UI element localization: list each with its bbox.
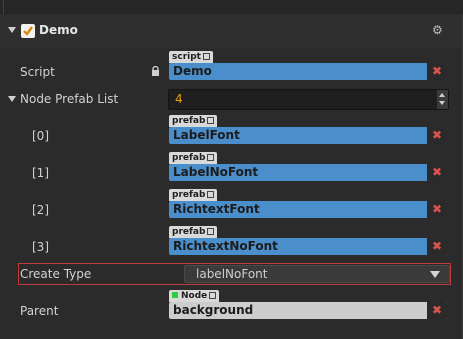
- asset-type-tag: prefab: [169, 152, 218, 164]
- list-item-index: [3]: [32, 240, 49, 254]
- count-stepper[interactable]: [437, 90, 448, 109]
- asset-type-label: prefab: [172, 227, 206, 237]
- asset-type-tag: prefab: [169, 189, 218, 201]
- prefab-value: LabelFont: [173, 128, 240, 142]
- prefab-value: RichtextNoFont: [173, 239, 278, 253]
- top-strip: [0, 0, 463, 14]
- list-item-index: [2]: [32, 203, 49, 217]
- stepper-up-icon[interactable]: [439, 93, 445, 97]
- triangle-down-icon[interactable]: [8, 27, 16, 33]
- clear-button[interactable]: ✖: [427, 164, 447, 181]
- stepper-down-icon[interactable]: [439, 101, 445, 105]
- open-link-icon[interactable]: [207, 191, 215, 198]
- parent-value: background: [173, 303, 254, 317]
- parent-field[interactable]: background ✖: [169, 302, 447, 319]
- create-type-row: Create Type labelNoFont: [18, 263, 451, 285]
- asset-type-label: prefab: [172, 153, 206, 163]
- prefab-value: LabelNoFont: [173, 165, 259, 179]
- asset-type-tag: prefab: [169, 115, 218, 127]
- asset-type-tag: prefab: [169, 226, 218, 238]
- script-label: Script: [20, 65, 55, 79]
- clear-button[interactable]: ✖: [427, 201, 447, 218]
- script-field[interactable]: Demo ✖: [169, 63, 447, 80]
- component-header[interactable]: Demo ⚙: [0, 15, 463, 48]
- checkmark-icon: [23, 26, 33, 36]
- open-link-icon[interactable]: [202, 53, 210, 60]
- prefab-field[interactable]: RichtextFont ✖: [169, 201, 447, 218]
- node-prefab-list-label: Node Prefab List: [20, 92, 119, 106]
- list-item-index: [1]: [32, 166, 49, 180]
- open-link-icon[interactable]: [207, 154, 215, 161]
- asset-type-label: script: [172, 52, 201, 62]
- lock-icon: [152, 66, 159, 76]
- create-type-select[interactable]: labelNoFont: [184, 265, 450, 283]
- clear-button[interactable]: ✖: [427, 238, 447, 255]
- clear-button[interactable]: ✖: [427, 302, 447, 319]
- triangle-down-icon[interactable]: [8, 96, 16, 102]
- divider: [3, 0, 4, 14]
- chevron-down-icon[interactable]: [430, 271, 440, 278]
- list-count-field[interactable]: 4: [168, 89, 449, 110]
- prefab-field[interactable]: LabelFont ✖: [169, 127, 447, 144]
- script-value: Demo: [173, 64, 212, 78]
- clear-button[interactable]: ✖: [427, 127, 447, 144]
- node-icon: [172, 292, 178, 298]
- create-type-value: labelNoFont: [196, 267, 268, 281]
- prefab-field[interactable]: LabelNoFont ✖: [169, 164, 447, 181]
- gear-icon[interactable]: ⚙: [432, 23, 443, 37]
- list-count-value: 4: [175, 92, 183, 106]
- node-type-tag: Node: [169, 290, 220, 302]
- open-link-icon[interactable]: [209, 292, 217, 299]
- list-item-index: [0]: [32, 129, 49, 143]
- open-link-icon[interactable]: [207, 228, 215, 235]
- prefab-value: RichtextFont: [173, 202, 260, 216]
- enabled-checkbox[interactable]: [21, 24, 35, 38]
- asset-type-tag: script: [169, 51, 213, 63]
- clear-button[interactable]: ✖: [427, 63, 447, 80]
- component-title: Demo: [39, 23, 78, 37]
- asset-type-label: prefab: [172, 116, 206, 126]
- create-type-label: Create Type: [20, 267, 92, 281]
- prefab-field[interactable]: RichtextNoFont ✖: [169, 238, 447, 255]
- node-type-label: Node: [181, 291, 208, 301]
- parent-label: Parent: [20, 304, 59, 318]
- asset-type-label: prefab: [172, 190, 206, 200]
- open-link-icon[interactable]: [207, 117, 215, 124]
